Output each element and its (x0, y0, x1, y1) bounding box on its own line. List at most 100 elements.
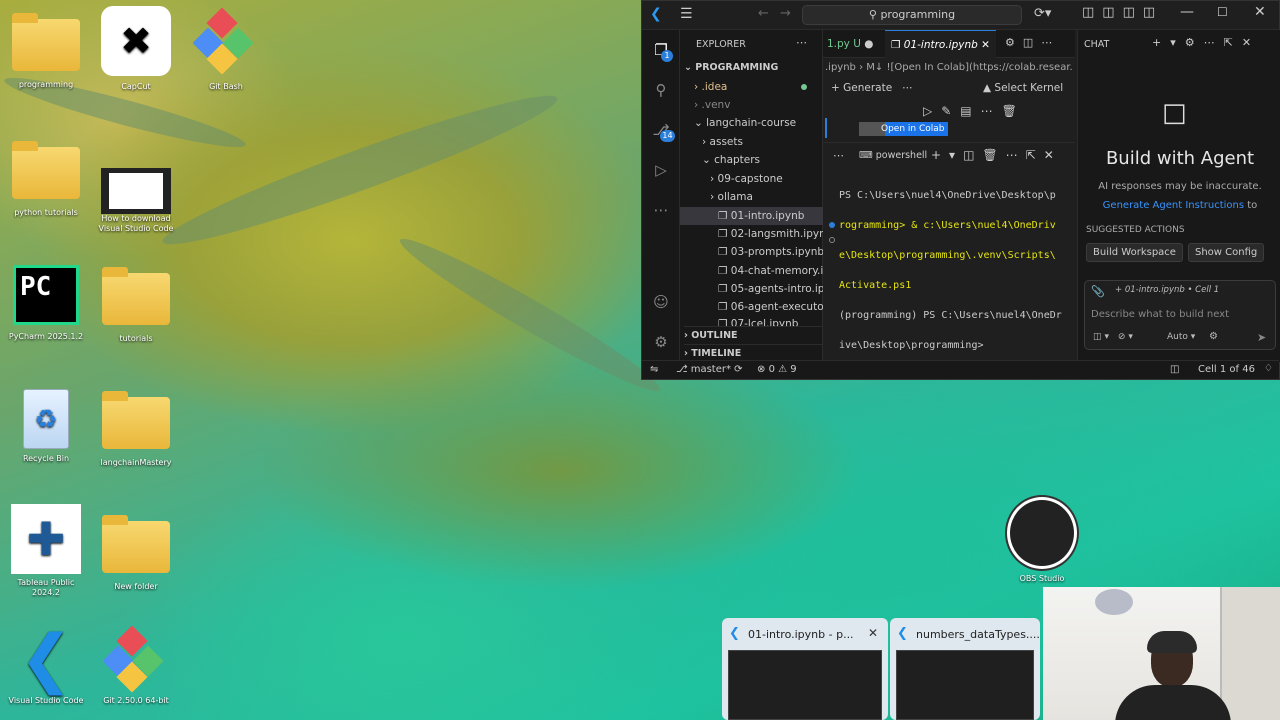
terminal-more-icon[interactable]: ⋯ (833, 149, 844, 162)
tree-item-capstone[interactable]: › 09-capstone (710, 170, 783, 188)
desktop-icon-tableau[interactable]: ✚ Tableau Public 2024.2 (4, 504, 88, 598)
build-workspace-button[interactable]: Build Workspace (1086, 243, 1183, 262)
copilot-status-icon[interactable]: ◫ (1170, 364, 1179, 375)
back-arrow-icon[interactable]: ← (758, 6, 769, 21)
send-icon[interactable]: ➤ (1257, 331, 1266, 344)
outline-section[interactable]: › OUTLINE (684, 326, 823, 344)
more-icon[interactable]: ⋯ (651, 200, 671, 220)
tree-item-langchain-course[interactable]: ⌄ langchain-course (694, 114, 796, 132)
menu-icon[interactable]: ☰ (680, 6, 693, 22)
tree-item-agents-intro[interactable]: ❐ 05-agents-intro.ipy... (718, 280, 839, 298)
desktop-icon-gitbash[interactable]: Git Bash (184, 8, 268, 92)
forward-arrow-icon[interactable]: → (780, 6, 791, 21)
explorer-title: EXPLORER (696, 39, 746, 50)
run-debug-icon[interactable]: ▷ (651, 160, 671, 180)
terminal-output[interactable]: PS C:\Users\nuel4\OneDrive\Desktop\p rog… (839, 173, 1062, 368)
cell-toolbar[interactable]: ▷✎▤⋯🗑 (923, 104, 1026, 118)
layout-toggle-icons[interactable]: ◫◫◫◫ (1082, 5, 1163, 20)
source-control-icon[interactable]: ⎇ 14 (651, 120, 675, 142)
problems-indicator[interactable]: ⊗ 0 ⚠ 9 (757, 364, 797, 375)
desktop-icon-howto-video[interactable]: How to download Visual Studio Code (94, 158, 178, 234)
colab-badge[interactable]: Open in Colab (859, 122, 949, 136)
search-icon[interactable]: ⚲ (651, 80, 671, 100)
tree-item-idea[interactable]: › .idea (694, 78, 727, 96)
explorer-more-icon[interactable]: ⋯ (796, 36, 807, 49)
tab-intro[interactable]: ❐ 01-intro.ipynb ✕ (885, 30, 996, 58)
vscode-logo-icon: ❮ (650, 6, 662, 22)
cell-position[interactable]: Cell 1 of 46 (1198, 364, 1255, 375)
chat-actions-icons[interactable]: +▾⚙⋯⇱✕ (1152, 36, 1260, 49)
search-icon: ⚲ (868, 8, 877, 21)
desktop-icon-vscode[interactable]: ❮ Visual Studio Code (4, 624, 88, 706)
notifications-bell-icon[interactable]: ♢ (1264, 363, 1273, 374)
pycharm-icon: PC (13, 265, 79, 325)
desktop-icon-programming[interactable]: programming (4, 12, 88, 90)
branch-indicator[interactable]: ⎇ master* ⟳ (676, 364, 743, 375)
desktop-icon-tutorials[interactable]: tutorials (94, 266, 178, 344)
close-button[interactable]: ✕ (1254, 4, 1266, 20)
terminal-actions-icons[interactable]: +▾◫🗑⋯⇱✕ (931, 148, 1062, 162)
tools-icon[interactable]: ⚙ (1209, 331, 1218, 342)
agent-chat-icon: □ (1162, 98, 1187, 128)
explorer-sidebar: EXPLORER ⋯ ⌄ PROGRAMMING › .idea › .venv… (680, 30, 843, 362)
preview-thumbnail (896, 650, 1034, 720)
vscode-window[interactable]: ❮ ☰ ← → ⚲ programming ⟳▾ ◫◫◫◫ — ☐ ✕ ❐ 1 ⚲… (641, 0, 1280, 380)
chat-input[interactable]: Describe what to build next (1091, 309, 1229, 320)
copilot-icon[interactable]: ⟳▾ (1034, 6, 1051, 21)
desktop-icon-python-tutorials[interactable]: python tutorials (4, 140, 88, 218)
generate-button[interactable]: + Generate ⋯ (831, 82, 913, 94)
maximize-button[interactable]: ☐ (1217, 5, 1228, 19)
attach-icon[interactable]: 📎 (1091, 285, 1105, 298)
terminal-panel[interactable]: ⋯ ⌨ powershell +▾◫🗑⋯⇱✕ PS C:\Users\nuel4… (823, 142, 1075, 362)
git-icon (103, 626, 164, 692)
tree-item-chapters[interactable]: ⌄ chapters (702, 151, 760, 169)
tab-py[interactable]: 1.py U ● (823, 30, 877, 58)
context-chip[interactable]: + 01-intro.ipynb • Cell 1 (1115, 285, 1219, 295)
settings-gear-icon[interactable]: ⚙ (651, 332, 671, 352)
tab-actions-icons[interactable]: ⚙◫⋯ (1005, 36, 1060, 49)
chat-tool-icons[interactable]: ◫▾ ⊘▾ (1093, 332, 1136, 342)
close-preview-icon[interactable]: ✕ (868, 626, 878, 640)
folder-icon (102, 515, 170, 573)
tree-item-langsmith[interactable]: ❐ 02-langsmith.ipynb (718, 225, 832, 243)
taskbar-preview-vscode-2[interactable]: ❮ numbers_dataTypes.... (890, 618, 1040, 720)
account-icon[interactable]: ☺ (651, 292, 671, 312)
explorer-icon[interactable]: ❐ 1 (651, 40, 673, 62)
notebook-editor[interactable]: 1.py U ● ❐ 01-intro.ipynb ✕ ⚙◫⋯ .ipynb ›… (823, 30, 1075, 362)
taskbar-preview-vscode-1[interactable]: ❮ 01-intro.ipynb - p... ✕ (722, 618, 888, 720)
tree-item-intro-selected[interactable]: ❐ 01-intro.ipynb (680, 207, 823, 225)
tree-item-lcel[interactable]: ❐ 07-lcel.ipynb (718, 316, 798, 326)
desktop-icon-git[interactable]: Git 2.50.0 64-bit (94, 626, 178, 706)
mode-select[interactable]: Auto ▾ (1167, 332, 1195, 342)
close-tab-icon[interactable]: ✕ (981, 39, 990, 51)
desktop-icon-capcut[interactable]: ✖ CapCut (94, 6, 178, 92)
folder-icon (12, 13, 80, 71)
chat-title: CHAT (1084, 39, 1110, 50)
desktop-icon-recycle-bin[interactable]: ♻ Recycle Bin (4, 386, 88, 464)
desktop-icon-langchainmastery[interactable]: langchainMastery (94, 390, 178, 468)
tree-item-venv[interactable]: › .venv (694, 96, 730, 114)
command-search-box[interactable]: ⚲ programming (802, 5, 1022, 25)
tree-item-ollama[interactable]: › ollama (710, 188, 753, 206)
chat-input-box[interactable]: 📎 + 01-intro.ipynb • Cell 1 Describe wha… (1084, 280, 1276, 350)
preview-thumbnail (728, 650, 882, 720)
activity-bar: ❐ 1 ⚲ ⎇ 14 ▷ ⋯ ☺ ⚙ (642, 30, 680, 362)
remote-icon[interactable]: ⇋ (650, 364, 658, 375)
terminal-tab[interactable]: ⌨ powershell (859, 150, 927, 161)
agent-note: AI responses may be inaccurate. (1098, 181, 1262, 192)
tree-item-assets[interactable]: › assets (702, 133, 743, 151)
kernel-icon: ▲ (983, 82, 992, 94)
select-kernel-button[interactable]: ▲ Select Kernel (983, 82, 1063, 94)
terminal-decoration-circle (829, 237, 835, 243)
vscode-icon: ❮ (729, 626, 740, 641)
tree-item-prompts[interactable]: ❐ 03-prompts.ipynb (718, 243, 824, 261)
show-config-button[interactable]: Show Config (1188, 243, 1265, 262)
root-folder[interactable]: ⌄ PROGRAMMING (684, 59, 778, 77)
desktop-icon-new-folder[interactable]: New folder (94, 514, 178, 592)
desktop-icon-obs[interactable]: OBS Studio (1000, 497, 1084, 584)
desktop-icon-pycharm[interactable]: PC PyCharm 2025.1.2 (4, 262, 88, 342)
generate-instructions-link[interactable]: Generate Agent Instructions (1103, 200, 1244, 211)
tree-item-chat-memory[interactable]: ❐ 04-chat-memory.ip... (718, 262, 840, 280)
minimize-button[interactable]: — (1180, 4, 1194, 20)
title-bar: ❮ ☰ ← → ⚲ programming ⟳▾ ◫◫◫◫ — ☐ ✕ (642, 1, 1279, 30)
